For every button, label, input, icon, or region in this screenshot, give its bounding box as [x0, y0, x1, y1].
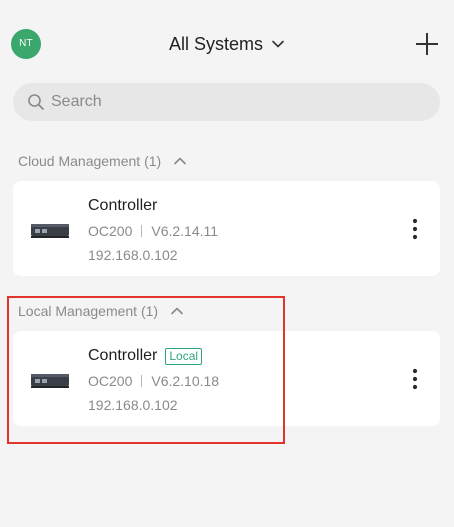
device-meta: OC200 V6.2.14.11 [88, 223, 218, 239]
system-selector[interactable]: All Systems [0, 30, 454, 58]
device-name: Controller [88, 197, 158, 214]
highlight-box [7, 296, 285, 444]
chevron-up-icon[interactable] [173, 154, 187, 168]
search-input[interactable] [49, 92, 413, 112]
device-name-row: Controller [88, 197, 157, 215]
chevron-down-icon[interactable] [271, 37, 285, 51]
controller-device-icon [31, 224, 69, 238]
search-icon [28, 94, 44, 110]
section-title-cloud: Cloud Management (1) [18, 153, 162, 169]
page-title[interactable]: All Systems [169, 34, 263, 55]
device-model: OC200 [88, 223, 133, 239]
top-bar: NT All Systems [0, 0, 454, 88]
divider [141, 225, 143, 237]
search-bar[interactable] [13, 83, 440, 121]
more-options-icon[interactable] [408, 367, 422, 391]
device-card-cloud[interactable]: Controller OC200 V6.2.14.11 192.168.0.10… [13, 181, 440, 276]
device-version: V6.2.14.11 [151, 223, 219, 239]
more-options-icon[interactable] [408, 217, 422, 241]
section-header-cloud[interactable]: Cloud Management (1) [18, 153, 187, 169]
plus-icon[interactable] [414, 31, 440, 57]
device-ip: 192.168.0.102 [88, 247, 178, 263]
